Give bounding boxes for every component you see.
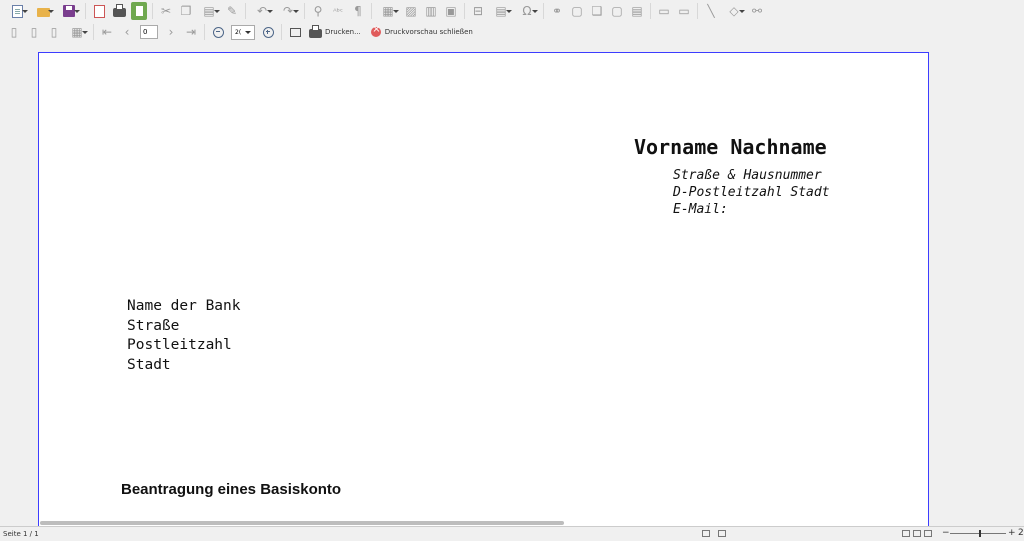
new-document-icon[interactable] bbox=[6, 3, 28, 19]
save-icon[interactable] bbox=[58, 3, 80, 19]
next-page-icon[interactable]: › bbox=[163, 24, 179, 40]
insert-page-break-icon[interactable]: ⊟ bbox=[470, 3, 486, 19]
insert-line-icon[interactable]: ╲ bbox=[703, 3, 719, 19]
previous-page-icon[interactable]: ‹ bbox=[119, 24, 135, 40]
insert-field-icon[interactable]: ▤ bbox=[490, 3, 512, 19]
zoom-slider-knob[interactable] bbox=[979, 530, 981, 537]
undo-icon[interactable]: ↶ bbox=[251, 3, 273, 19]
recipient-zip: Postleitzahl bbox=[127, 337, 232, 353]
zoom-percent[interactable]: 2 bbox=[1018, 528, 1024, 538]
export-pdf-icon[interactable] bbox=[91, 3, 107, 19]
insert-textbox-icon[interactable]: ▣ bbox=[443, 3, 459, 19]
zoom-select[interactable]: 2( bbox=[231, 24, 255, 40]
clone-formatting-icon[interactable]: ✎ bbox=[224, 3, 240, 19]
insert-chart-icon[interactable]: ▥ bbox=[423, 3, 439, 19]
page-info: Seite 1 / 1 bbox=[3, 530, 39, 538]
page-number-input[interactable]: 0 bbox=[140, 25, 158, 39]
sender-address: Straße & Hausnummer D-Postleitzahl Stadt… bbox=[673, 167, 830, 218]
sender-city: D-Postleitzahl Stadt bbox=[673, 185, 830, 200]
standard-toolbar: ✂ ❐ ▤ ✎ ↶ ↷ ⚲ ᴬᵇᶜ ¶ ▦ ▨ ▥ ▣ ⊟ ▤ Ω ⚭ ▢ ❑ … bbox=[0, 0, 1024, 22]
formatting-marks-icon[interactable]: ¶ bbox=[350, 3, 366, 19]
sender-email: E-Mail: bbox=[673, 202, 728, 217]
zoom-out-icon[interactable] bbox=[210, 24, 226, 40]
close-icon bbox=[370, 24, 381, 37]
cut-icon[interactable]: ✂ bbox=[158, 3, 174, 19]
basic-shapes-icon[interactable]: ◇ bbox=[723, 3, 745, 19]
insert-special-character-icon[interactable]: Ω bbox=[516, 3, 538, 19]
comment-icon[interactable]: ▭ bbox=[656, 3, 672, 19]
toolbar-separator bbox=[245, 3, 246, 19]
track-changes-icon[interactable]: ▭ bbox=[676, 3, 692, 19]
draw-functions-icon[interactable]: ⚯ bbox=[749, 3, 765, 19]
toolbar-separator bbox=[697, 3, 698, 19]
hyperlink-icon[interactable]: ⚭ bbox=[549, 3, 565, 19]
single-page-view-icon[interactable]: ▯ bbox=[6, 24, 22, 40]
recipient-bank: Name der Bank bbox=[127, 298, 241, 314]
close-preview-label: Druckvorschau schließen bbox=[384, 28, 473, 36]
toolbar-separator bbox=[650, 3, 651, 19]
redo-icon[interactable]: ↷ bbox=[277, 3, 299, 19]
status-bar: Seite 1 / 1 − + 2 bbox=[0, 526, 1024, 541]
selection-mode-icon[interactable] bbox=[702, 530, 710, 537]
multi-page-view-icon[interactable]: ▦ bbox=[66, 24, 88, 40]
bookmark-icon[interactable]: ▢ bbox=[609, 3, 625, 19]
footnote-icon[interactable]: ▢ bbox=[569, 3, 585, 19]
find-replace-icon[interactable]: ⚲ bbox=[310, 3, 326, 19]
zoom-in-icon[interactable] bbox=[260, 24, 276, 40]
toolbar-separator bbox=[281, 24, 282, 40]
sender-street: Straße & Hausnummer bbox=[673, 168, 822, 183]
toolbar-separator bbox=[204, 24, 205, 40]
letter-page: Vorname Nachname Straße & Hausnummer D-P… bbox=[38, 52, 929, 529]
last-page-icon[interactable]: ⇥ bbox=[183, 24, 199, 40]
toolbar-separator bbox=[85, 3, 86, 19]
zoom-minus-button[interactable]: − bbox=[942, 528, 950, 538]
copy-icon[interactable]: ❐ bbox=[178, 3, 194, 19]
recipient-city: Stadt bbox=[127, 356, 171, 373]
insert-image-icon[interactable]: ▨ bbox=[403, 3, 419, 19]
toolbar-separator bbox=[152, 3, 153, 19]
paste-icon[interactable]: ▤ bbox=[198, 3, 220, 19]
endnote-icon[interactable]: ❑ bbox=[589, 3, 605, 19]
print-icon[interactable] bbox=[111, 3, 127, 19]
document-modified-icon bbox=[718, 530, 726, 537]
print-icon bbox=[307, 24, 323, 40]
spelling-icon[interactable]: ᴬᵇᶜ bbox=[330, 3, 346, 19]
letter-subject: Beantragung eines Basiskonto bbox=[121, 481, 342, 498]
sender-name: Vorname Nachname bbox=[634, 135, 827, 159]
toolbar-separator bbox=[93, 24, 94, 40]
toggle-print-preview-icon[interactable] bbox=[131, 2, 147, 20]
print-button[interactable]: Drucken... bbox=[305, 24, 361, 40]
close-preview-button[interactable]: Druckvorschau schließen bbox=[361, 24, 473, 37]
toolbar-separator bbox=[371, 3, 372, 19]
toolbar-separator bbox=[464, 3, 465, 19]
document-preview-area[interactable]: Vorname Nachname Straße & Hausnummer D-P… bbox=[0, 42, 1024, 529]
recipient-street: Straße bbox=[127, 317, 180, 334]
print-preview-toolbar: ▯ ▯ ▯ ▦ ⇤ ‹ 0 › ⇥ 2( Drucken... Druckvor… bbox=[0, 22, 1024, 42]
toolbar-separator bbox=[543, 3, 544, 19]
toolbar-separator bbox=[304, 3, 305, 19]
single-page-layout-icon[interactable] bbox=[902, 530, 910, 537]
multi-page-layout-icon[interactable] bbox=[913, 530, 921, 537]
cross-reference-icon[interactable]: ▤ bbox=[629, 3, 645, 19]
two-pages-view-icon[interactable]: ▯ bbox=[26, 24, 42, 40]
print-button-label: Drucken... bbox=[325, 28, 361, 36]
full-screen-icon[interactable] bbox=[287, 24, 303, 40]
zoom-slider[interactable] bbox=[950, 530, 1006, 537]
recipient-address: Name der Bank Straße Postleitzahl Stadt bbox=[127, 297, 241, 375]
first-page-icon[interactable]: ⇤ bbox=[99, 24, 115, 40]
book-view-icon[interactable]: ▯ bbox=[46, 24, 62, 40]
book-layout-icon[interactable] bbox=[924, 530, 932, 537]
insert-table-icon[interactable]: ▦ bbox=[377, 3, 399, 19]
zoom-select-value: 2( bbox=[235, 28, 242, 36]
zoom-plus-button[interactable]: + bbox=[1008, 528, 1016, 538]
open-folder-icon[interactable] bbox=[32, 3, 54, 19]
scrollbar-thumb[interactable] bbox=[40, 521, 564, 525]
